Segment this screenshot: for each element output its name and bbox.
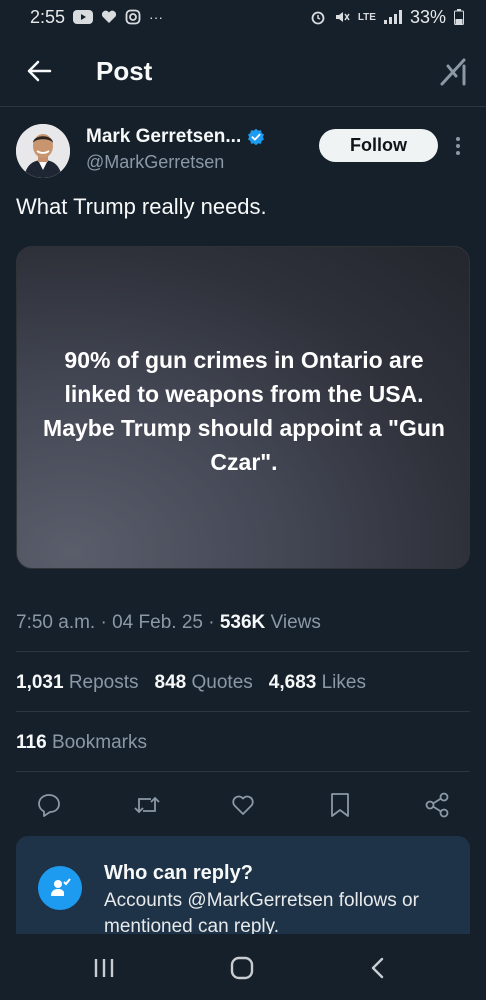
top-bar: Post [0, 42, 486, 102]
battery-icon [454, 9, 464, 25]
who-can-reply-title: Who can reply? [104, 862, 253, 884]
share-icon [425, 792, 449, 818]
add-user-icon [38, 866, 82, 910]
author-name-row[interactable]: Mark Gerretsen... [86, 126, 265, 148]
post-image[interactable]: 90% of gun crimes in Ontario are linked … [16, 246, 470, 569]
status-bar: 2:55 ··· LTE 33% [0, 0, 486, 34]
more-vertical-icon [456, 137, 460, 155]
who-can-reply-text: Accounts @MarkGerretsen follows or menti… [104, 890, 419, 937]
likes-stat[interactable]: 4,683 Likes [269, 672, 366, 694]
reposts-count: 1,031 [16, 672, 64, 693]
back-button[interactable] [22, 54, 56, 88]
recent-apps-icon [94, 959, 114, 977]
post-text: What Trump really needs. [16, 194, 267, 219]
grok-icon [440, 58, 466, 86]
author-handle[interactable]: @MarkGerretsen [86, 152, 224, 173]
back-nav-button[interactable] [362, 952, 394, 984]
avatar-photo [16, 124, 70, 178]
page-title: Post [96, 56, 153, 86]
reply-icon [38, 794, 60, 817]
like-button[interactable] [228, 790, 258, 820]
instagram-icon [125, 9, 141, 25]
bookmark-button[interactable] [325, 790, 355, 820]
youtube-icon [73, 10, 94, 24]
more-dots-icon: ··· [149, 9, 164, 25]
quotes-count: 848 [154, 672, 187, 693]
home-button[interactable] [226, 952, 258, 984]
views-count: 536K [219, 612, 266, 633]
meta-divider [16, 651, 470, 652]
avatar[interactable] [16, 124, 70, 178]
bookmark-stats: 116 Bookmarks [16, 732, 147, 754]
reply-button[interactable] [34, 790, 64, 820]
recent-apps-button[interactable] [88, 952, 120, 984]
signal-icon [383, 10, 402, 24]
status-time: 2:55 [30, 6, 66, 27]
system-nav-bar [0, 934, 486, 1000]
home-icon [230, 956, 254, 980]
follow-button[interactable]: Follow [319, 129, 438, 162]
post-time: 7:50 a.m. [16, 612, 96, 633]
bookmarks-label: Bookmarks [51, 732, 147, 753]
action-bar [0, 786, 486, 822]
repost-icon [134, 796, 160, 814]
likes-label: Likes [321, 672, 366, 693]
views-label: Views [270, 612, 321, 633]
post-meta: 7:50 a.m. · 04 Feb. 25 · 536K Views [16, 612, 321, 634]
reposts-label: Reposts [68, 672, 139, 693]
engagement-stats: 1,031 Reposts 848 Quotes 4,683 Likes [16, 672, 366, 694]
reposts-stat[interactable]: 1,031 Reposts [16, 672, 139, 694]
alarm-icon [311, 11, 325, 25]
verified-badge-icon [248, 128, 265, 146]
status-right: LTE 33% [310, 7, 464, 28]
share-button[interactable] [422, 790, 452, 820]
chevron-left-icon [371, 957, 384, 979]
meta-separator: · [100, 612, 113, 633]
bookmark-icon [331, 793, 349, 817]
mute-icon [335, 12, 350, 22]
stats-divider [16, 711, 470, 712]
heart-icon [101, 10, 117, 23]
meta-separator: · [208, 612, 220, 633]
grok-button[interactable] [436, 54, 472, 90]
like-icon [232, 795, 254, 815]
battery-percent: 33% [409, 6, 446, 27]
post-author: Mark Gerretsen... @MarkGerretsen Follow [16, 124, 470, 180]
post-date: 04 Feb. 25 [112, 612, 203, 633]
status-left: 2:55 ··· [30, 7, 163, 28]
more-options-button[interactable] [448, 132, 468, 160]
repost-button[interactable] [132, 790, 162, 820]
bookmarks-stat[interactable]: 116 Bookmarks [16, 732, 147, 754]
header-divider [0, 106, 486, 107]
author-name: Mark Gerretsen... [86, 126, 242, 147]
bookmarks-count: 116 [16, 732, 47, 753]
bookmarks-divider [16, 771, 470, 772]
post-image-text: 90% of gun crimes in Ontario are linked … [43, 347, 445, 475]
network-type: LTE [357, 11, 376, 23]
likes-count: 4,683 [268, 672, 317, 693]
quotes-stat[interactable]: 848 Quotes [155, 672, 253, 694]
who-can-reply-card: Who can reply? Accounts @MarkGerretsen f… [16, 836, 470, 946]
arrow-left-icon [27, 60, 52, 82]
quotes-label: Quotes [191, 672, 253, 693]
